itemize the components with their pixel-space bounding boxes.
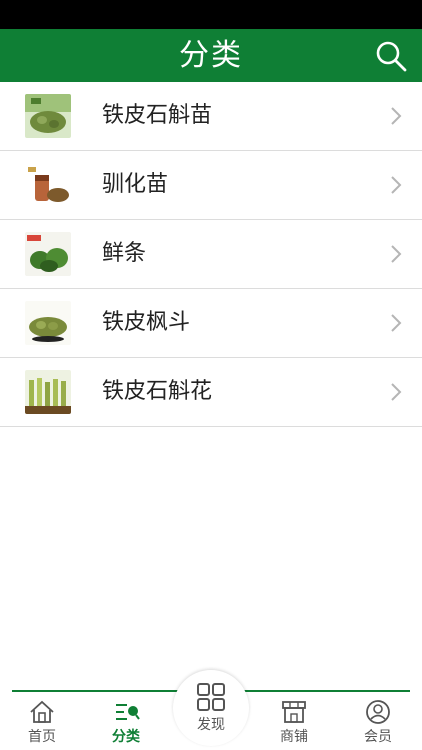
category-label: 铁皮枫斗 bbox=[102, 310, 191, 335]
search-icon bbox=[376, 41, 407, 72]
tab-category[interactable]: 分类 bbox=[96, 696, 156, 750]
tab-member[interactable]: 会员 bbox=[348, 696, 408, 750]
app-header: 分类 bbox=[0, 29, 422, 82]
bottom-tab-bar: 首页 分类 发现 商铺 会员 bbox=[0, 670, 422, 750]
product-thumbnail bbox=[25, 301, 71, 345]
category-row[interactable]: 铁皮枫斗 bbox=[0, 289, 422, 358]
status-bar bbox=[0, 0, 422, 29]
home-icon bbox=[30, 700, 54, 723]
category-list: 铁皮石斛苗 驯化苗 鲜条 铁皮枫斗 铁皮石斛花 bbox=[0, 82, 422, 427]
chevron-right-icon bbox=[391, 314, 402, 332]
search-button[interactable] bbox=[374, 39, 408, 73]
page-title: 分类 bbox=[179, 38, 243, 73]
category-row[interactable]: 铁皮石斛花 bbox=[0, 358, 422, 427]
tab-label: 会员 bbox=[364, 729, 392, 745]
product-thumbnail bbox=[25, 232, 71, 276]
category-label: 铁皮石斛花 bbox=[102, 379, 213, 404]
tab-label: 分类 bbox=[112, 729, 140, 745]
category-label: 铁皮石斛苗 bbox=[102, 103, 213, 128]
shop-icon bbox=[282, 701, 306, 723]
category-row[interactable]: 铁皮石斛苗 bbox=[0, 82, 422, 151]
tab-label: 商铺 bbox=[280, 729, 308, 745]
tab-label: 首页 bbox=[28, 729, 56, 745]
product-thumbnail bbox=[25, 94, 71, 138]
product-thumbnail bbox=[25, 370, 71, 414]
tab-discover[interactable]: 发现 bbox=[173, 670, 249, 746]
category-list-icon bbox=[116, 704, 140, 720]
user-icon bbox=[366, 700, 390, 724]
category-label: 鲜条 bbox=[102, 241, 147, 266]
chevron-right-icon bbox=[391, 245, 402, 263]
tab-home[interactable]: 首页 bbox=[12, 696, 72, 750]
category-row[interactable]: 鲜条 bbox=[0, 220, 422, 289]
tab-shop[interactable]: 商铺 bbox=[264, 696, 324, 750]
category-row[interactable]: 驯化苗 bbox=[0, 151, 422, 220]
chevron-right-icon bbox=[391, 383, 402, 401]
product-thumbnail bbox=[25, 163, 71, 207]
category-label: 驯化苗 bbox=[102, 172, 169, 197]
tab-label: 发现 bbox=[197, 717, 225, 733]
chevron-right-icon bbox=[391, 107, 402, 125]
chevron-right-icon bbox=[391, 176, 402, 194]
grid-icon bbox=[197, 683, 225, 711]
